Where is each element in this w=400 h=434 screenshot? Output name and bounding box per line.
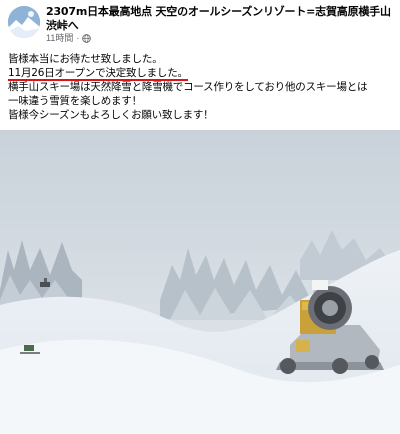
facebook-post: 2307m日本最高地点 天空のオールシーズンリゾート=志賀高原横手山渋峠へ 11… [0,0,400,434]
message-line-highlighted: 11月26日オープンで決定致しました。 [8,67,188,79]
globe-icon [82,33,92,43]
post-header: 2307m日本最高地点 天空のオールシーズンリゾート=志賀高原横手山渋峠へ 11… [0,0,400,44]
post-photo[interactable] [0,130,400,434]
post-timestamp[interactable]: 11時間 [46,33,73,43]
post-meta: 11時間 · [46,33,92,43]
message-line: 横手山スキー場は天然降雪と降雪機でコース作りをしており他のスキー場とは [8,81,368,93]
message-line: 皆様本当にお待たせ致しました。 [8,53,163,65]
post-message: 皆様本当にお待たせ致しました。 11月26日オープンで決定致しました。 横手山ス… [8,52,396,122]
page-avatar[interactable] [8,6,40,38]
message-line: 一味違う雪質を楽しめます！ [8,95,142,107]
message-line: 皆様今シーズンもよろしくお願い致します！ [8,109,214,121]
page-title[interactable]: 2307m日本最高地点 天空のオールシーズンリゾート=志賀高原横手山渋峠へ [46,5,396,33]
avatar-image [8,6,40,38]
meta-separator: · [76,33,80,43]
red-underline-annotation [8,79,188,81]
